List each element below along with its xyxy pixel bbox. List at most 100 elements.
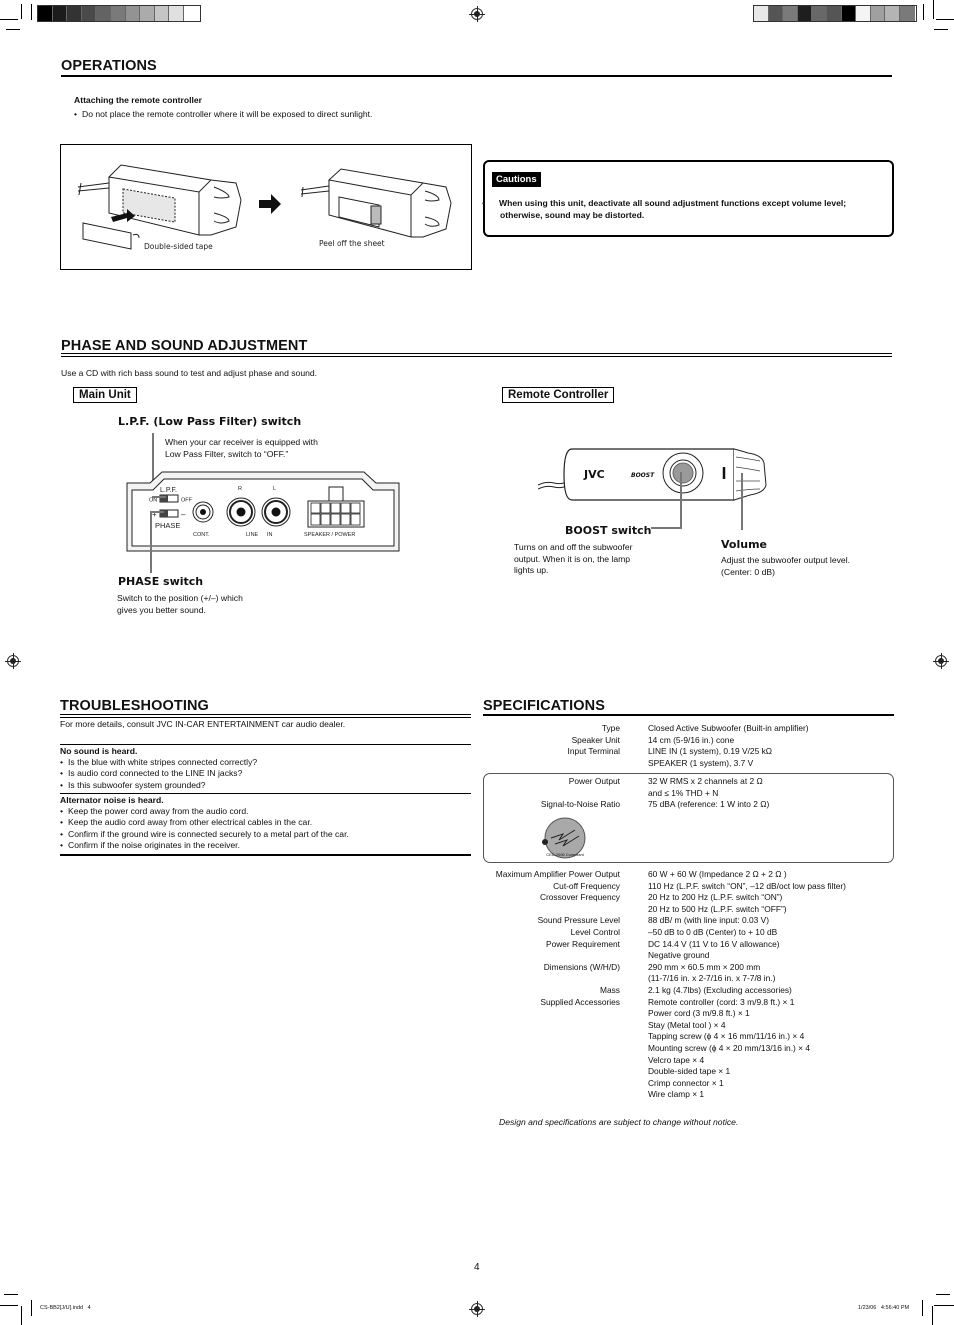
section-rule [60, 714, 471, 718]
spec-row: Type Closed Active Subwoofer (Built-in am… [483, 723, 894, 735]
spec-value: Closed Active Subwoofer (Built-in amplif… [648, 723, 809, 733]
panel-minus-label: – [181, 510, 186, 519]
spec-row: Double-sided tape × 1 [483, 1066, 894, 1078]
remote-controller-drawing: JVC BOOST [537, 445, 770, 505]
spec-value: 32 W RMS x 2 channels at 2 Ω [648, 776, 763, 786]
color-swatch [183, 6, 199, 21]
remote-brand: JVC [583, 468, 605, 481]
spec-value: 60 W + 60 W (Impedance 2 Ω + 2 Ω ) [648, 869, 787, 879]
spec-value: 110 Hz (L.P.F. switch “ON”, –12 dB/oct l… [648, 880, 846, 891]
color-swatch [768, 6, 784, 21]
color-swatch [783, 6, 798, 21]
phase-desc: Switch to the position (+/–) which gives… [117, 593, 243, 615]
phase-switch-title: PHASE switch [118, 575, 204, 588]
spec-label: Type [601, 723, 620, 733]
trouble-heading: Alternator noise is heard. [60, 795, 164, 805]
spec-row: Wire clamp × 1 [483, 1089, 894, 1101]
spec-value: SPEAKER (1 system), 3.7 V [648, 757, 754, 768]
spec-value: Power cord (3 m/9.8 ft.) × 1 [648, 1008, 750, 1019]
spec-row: Sound Pressure Level 88 dB/ m (with line … [483, 915, 894, 927]
panel-r-label: R [238, 486, 242, 492]
trouble-group-no-sound: No sound is heard. Is the blue with whit… [60, 746, 471, 791]
registration-mark-icon [469, 1301, 485, 1317]
color-swatch [81, 6, 97, 21]
spec-row: Crimp connector × 1 [483, 1078, 894, 1090]
spec-row: Cut-off Frequency 110 Hz (L.P.F. switch “… [483, 881, 894, 893]
cautions-text: When using this unit, deactivate all sou… [491, 198, 889, 221]
spec-row: 20 Hz to 500 Hz (L.P.F. switch “OFF”) [483, 904, 894, 916]
color-swatch [52, 6, 68, 21]
trouble-group-alternator: Alternator noise is heard. Keep the powe… [60, 795, 471, 851]
color-swatch [885, 6, 900, 21]
cautions-box: Cautions When using this unit, deactivat… [483, 160, 894, 237]
spec-value: DC 14.4 V (11 V to 16 V allowance) [648, 938, 780, 949]
spec-row: Level Control –50 dB to 0 dB (Center) to … [483, 927, 894, 939]
spec-value: LINE IN (1 system), 0.19 V/25 kΩ [648, 746, 773, 757]
cautions-label: Cautions [492, 172, 541, 187]
trouble-item: Confirm if the noise originates in the r… [60, 840, 471, 851]
color-swatch [140, 6, 155, 21]
bullet-sunlight: Do not place the remote controller where… [74, 109, 372, 121]
spec-label: Power Requirement [545, 938, 620, 949]
section-title-operations: OPERATIONS [61, 58, 157, 74]
spec-row: Dimensions (W/H/D) 290 mm × 60.5 mm × 200… [483, 962, 894, 974]
spec-value: Double-sided tape × 1 [648, 1066, 731, 1077]
crop-mark [31, 4, 32, 20]
panel-line-label: LINE [246, 532, 259, 538]
crop-mark [21, 4, 22, 19]
volume-title: Volume [721, 538, 767, 551]
boost-switch-title: BOOST switch [565, 524, 652, 537]
next-step-arrow-icon [259, 194, 281, 214]
section-end-rule [60, 854, 471, 856]
crop-mark [21, 1306, 22, 1325]
boost-callout-elbow [651, 527, 682, 529]
spec-row: (11-7/16 in. x 2-7/16 in. x 7-7/8 in.) [483, 973, 894, 985]
crop-mark [936, 19, 954, 20]
spec-label: Crossover Frequency [539, 892, 620, 903]
remote-controller-label: Remote Controller [502, 387, 615, 403]
panel-l-label: L [273, 486, 276, 492]
spec-row: Maximum Amplifier Power Output 60 W + 60 … [483, 869, 894, 881]
main-unit-label: Main Unit [73, 387, 137, 403]
spec-value: 14 cm (5-9/16 in.) cone [648, 734, 735, 745]
cea-compliance-badge-icon: CEA-2006 Compliant [537, 816, 589, 862]
spec-row: Speaker Unit 14 cm (5-9/16 in.) cone [483, 735, 894, 747]
spec-value: Remote controller (cord: 3 m/9.8 ft.) × … [648, 996, 795, 1007]
divider [60, 744, 471, 745]
panel-on-label: ON [149, 498, 157, 504]
spec-row: Stay (Metal tool ) × 4 [483, 1020, 894, 1032]
color-swatch [856, 6, 871, 21]
crop-mark [934, 29, 948, 30]
spec-label: Dimensions (W/H/D) [543, 961, 620, 972]
boost-callout-line [680, 472, 682, 529]
registration-mark-icon [469, 6, 485, 22]
phase-callout-line [150, 511, 152, 573]
panel-phase-label: PHASE [155, 521, 180, 530]
troubleshooting-intro: For more details, consult JVC IN-CAR ENT… [60, 719, 346, 729]
spec-label: Signal-to-Noise Ratio [540, 799, 620, 810]
spec-row: Crossover Frequency 20 Hz to 200 Hz (L.P.… [483, 892, 894, 904]
panel-in-label: IN [267, 532, 273, 538]
lpf-callout-elbow [152, 496, 166, 498]
color-swatch [38, 6, 53, 21]
spec-label: Cut-off Frequency [553, 880, 620, 891]
color-swatch [67, 6, 82, 21]
attach-illustration: Double-sided tape Peel off the sheet [60, 144, 472, 270]
spec-row: Power cord (3 m/9.8 ft.) × 1 [483, 1008, 894, 1020]
color-calibration-bar [753, 5, 917, 22]
main-unit-panel: L.P.F. ON OFF + – PHASE CONT. R L LINE I… [126, 471, 400, 552]
trouble-item: Is this subwoofer system grounded? [60, 780, 471, 791]
crop-mark [923, 4, 924, 20]
section-rule [483, 714, 894, 716]
footer-timestamp: 1/23/06 4:56:40 PM [858, 1305, 910, 1311]
crop-mark [934, 1305, 954, 1306]
crop-mark [0, 19, 18, 20]
spec-label: Maximum Amplifier Power Output [495, 869, 620, 879]
color-swatch [169, 6, 184, 21]
spec-value: Velcro tape × 4 [648, 1054, 705, 1065]
section-rule [61, 353, 892, 357]
registration-mark-icon [933, 653, 949, 669]
spec-label: Level Control [570, 927, 620, 937]
panel-speaker-power-label: SPEAKER / POWER [304, 532, 355, 538]
color-swatch [96, 6, 111, 21]
